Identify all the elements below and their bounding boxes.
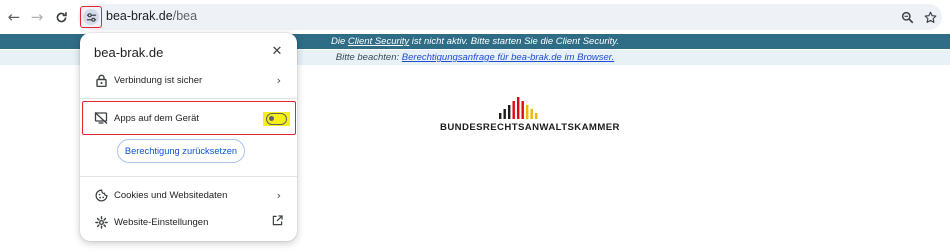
logo-bar [499, 113, 502, 119]
open-external-icon [272, 215, 283, 229]
apps-label: Apps auf dem Gerät [114, 112, 200, 124]
logo-bar [517, 97, 520, 119]
app-blocked-icon [94, 111, 108, 125]
divider [80, 98, 297, 99]
lock-icon [94, 73, 108, 87]
address-bar[interactable] [78, 4, 942, 30]
client-security-link[interactable]: Client Security [348, 36, 409, 47]
banner-text-prefix: Die [331, 36, 348, 47]
cookie-icon [94, 188, 108, 202]
back-icon[interactable]: ← [4, 7, 24, 27]
tune-icon [83, 9, 99, 25]
logo-bar [535, 113, 538, 119]
logo-bar [526, 105, 529, 119]
logo-bar [512, 101, 515, 119]
site-info-popup: bea-brak.de ✕ Verbindung ist sicher › Ap… [80, 33, 297, 241]
url-path: /bea [172, 9, 198, 23]
connection-label: Verbindung ist sicher [114, 74, 203, 86]
reset-permission-button[interactable]: Berechtigung zurücksetzen [117, 139, 245, 163]
logo-bar [503, 109, 506, 119]
banner-text-suffix: ist nicht aktiv. Bitte starten Sie die C… [409, 36, 619, 47]
cookies-item[interactable]: Cookies und Websitedaten › [80, 182, 297, 208]
site-settings-label: Website-Einstellungen [114, 216, 209, 228]
site-info-button[interactable] [80, 6, 102, 28]
browser-toolbar: ← → bea-brak.de/bea [0, 0, 950, 34]
permission-request-link[interactable]: Berechtigungsanfrage für bea-brak.de im … [402, 52, 614, 63]
chevron-right-icon: › [276, 73, 281, 87]
toggle-knob [269, 116, 274, 121]
brak-logo-text: BUNDESRECHTSANWALTSKAMMER [440, 122, 620, 133]
forward-icon[interactable]: → [27, 7, 47, 27]
logo-bar [530, 109, 533, 119]
url-text[interactable]: bea-brak.de/bea [106, 9, 197, 23]
permission-text-prefix: Bitte beachten: [335, 52, 402, 63]
cookies-label: Cookies und Websitedaten [114, 189, 228, 201]
chevron-right-icon: › [276, 188, 281, 202]
divider [80, 176, 297, 177]
apps-toggle[interactable] [266, 113, 287, 125]
logo-bar [521, 101, 524, 119]
popup-title: bea-brak.de [94, 45, 164, 60]
close-icon[interactable]: ✕ [269, 43, 285, 59]
url-host: bea-brak.de [106, 9, 173, 23]
site-settings-item[interactable]: Website-Einstellungen [80, 209, 297, 235]
reload-icon[interactable] [51, 7, 71, 27]
zoom-icon[interactable] [898, 8, 916, 26]
bookmark-star-icon[interactable] [921, 8, 939, 26]
gear-icon [94, 215, 108, 229]
logo-bar [508, 105, 511, 119]
brak-logo-bars [499, 97, 538, 119]
connection-secure-item[interactable]: Verbindung ist sicher › [80, 67, 297, 93]
